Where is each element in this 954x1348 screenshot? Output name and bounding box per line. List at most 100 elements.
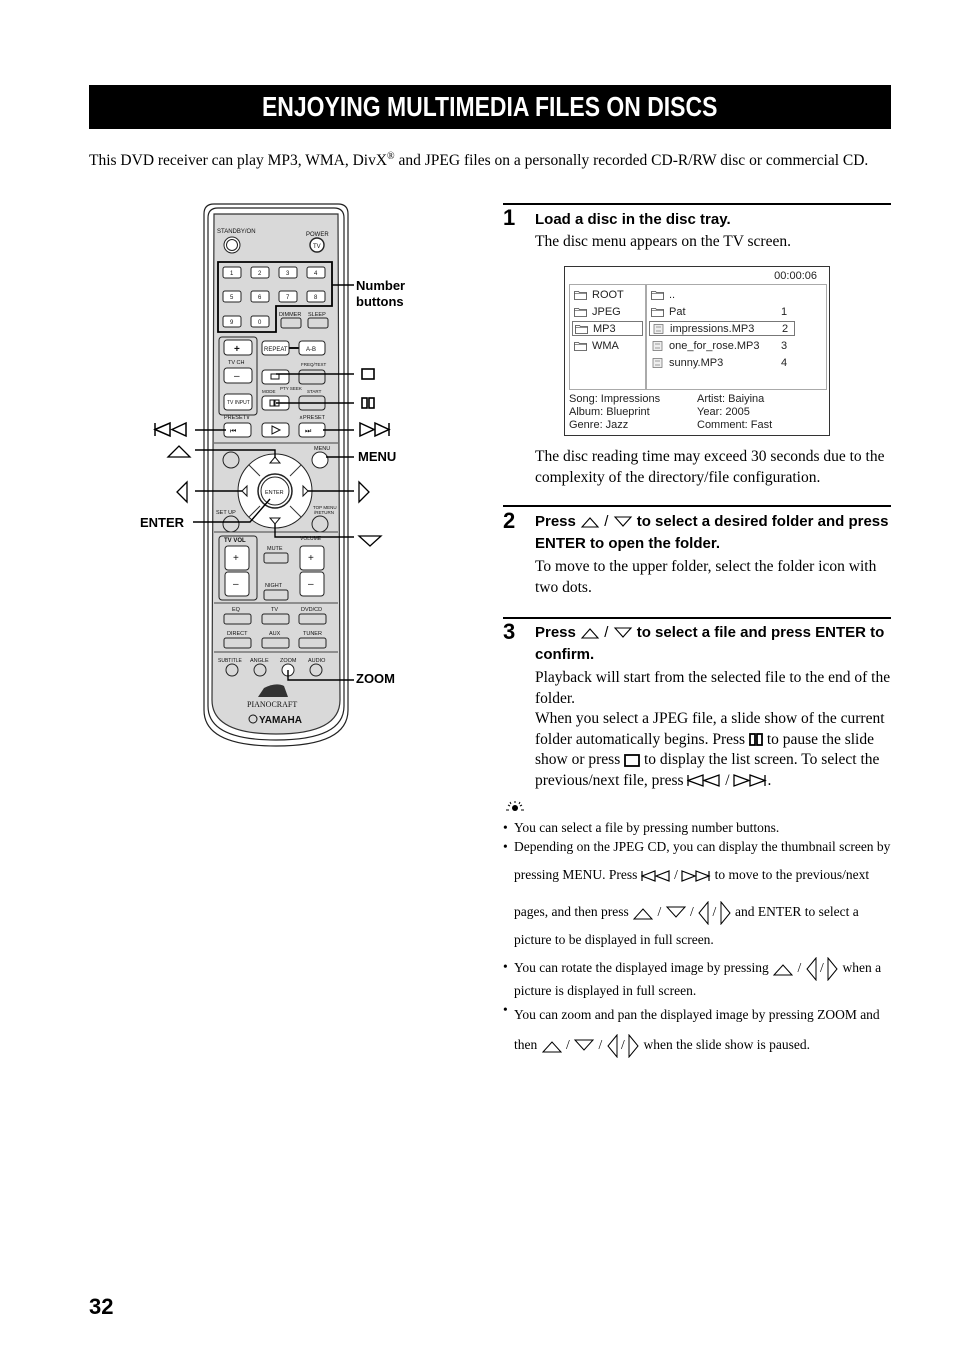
track-info-right: Artist: Baiyina Year: 2005 Comment: Fast (697, 393, 772, 432)
skip-forward-callout-icon (359, 421, 391, 438)
standby-label: STANDBY/ON (217, 229, 256, 235)
tip-item: You can zoom and pan the displayed image… (503, 1000, 893, 1060)
freqtext-button[interactable] (298, 369, 326, 385)
file-index: 4 (781, 356, 788, 369)
subtitle-button[interactable] (225, 663, 239, 677)
stop-icon (624, 754, 641, 767)
heading-text: Press (535, 624, 576, 641)
down-triangle-icon (613, 516, 632, 527)
dvdcd-button[interactable] (298, 613, 327, 625)
file-item[interactable]: sunny.MP3 4 (649, 355, 795, 370)
tips-list: You can select a file by pressing number… (503, 818, 893, 1060)
intro-text: This DVD receiver can play MP3, WMA, Div… (89, 152, 388, 170)
eq-label: EQ (232, 607, 241, 613)
skip-back-callout-icon (153, 421, 187, 438)
file-pane: .. Pat 1 impressions.MP3 2 one_for_rose.MP3 3 s… (646, 284, 827, 390)
folder-pane: ROOT JPEG MP3 WMA (569, 284, 646, 390)
direct-button[interactable] (223, 637, 252, 649)
power-label: POWER (306, 232, 329, 238)
direct-label: DIRECT (227, 631, 248, 637)
callout-line: Number (356, 278, 406, 293)
song-info: Song: Impressions (569, 393, 661, 405)
comment-info: Comment: Fast (697, 419, 773, 431)
up-triangle-icon (541, 1041, 562, 1053)
play-button[interactable] (261, 422, 290, 438)
tv-source-label: TV (271, 607, 278, 613)
sleep-button[interactable] (307, 317, 329, 329)
folder-icon (574, 307, 587, 317)
repeat-label: REPEAT (264, 347, 288, 353)
aux-label: AUX (269, 631, 281, 637)
folder-icon (575, 324, 588, 334)
up-triangle-icon (772, 964, 794, 976)
right-triangle-icon (720, 900, 731, 925)
skip-forward-button[interactable] (298, 422, 326, 438)
up-callout-icon (166, 445, 192, 458)
file-item[interactable]: .. (649, 287, 795, 302)
night-button[interactable] (263, 589, 289, 601)
ptyseek-label: PTY SEEK (280, 386, 302, 391)
subtitle-label: SUBTITLE (218, 658, 243, 664)
dvdcd-label: DVD/CD (301, 607, 322, 613)
step-1-rule (503, 203, 891, 205)
start-label: START (307, 389, 322, 394)
step-1-heading: Load a disc in the disc tray. (535, 211, 731, 228)
mute-button[interactable] (263, 552, 289, 564)
up-triangle-icon (580, 628, 600, 639)
step-3-rule (503, 617, 891, 619)
slash: / (819, 960, 824, 976)
aux-button[interactable] (261, 637, 290, 649)
slash: / (674, 867, 678, 882)
file-item[interactable]: one_for_rose.MP3 3 (649, 338, 795, 353)
file-item[interactable]: impressions.MP3 2 (649, 321, 795, 336)
folder-item[interactable]: WMA (572, 338, 643, 353)
plus-icon: + (233, 553, 239, 564)
registered-mark: ® (387, 151, 395, 162)
skip-back-icon: ⏮ (230, 428, 236, 435)
folder-name: ROOT (592, 288, 624, 301)
left-triangle-icon (698, 900, 709, 925)
folder-item[interactable]: JPEG (572, 304, 643, 319)
angle-label: ANGLE (250, 658, 269, 664)
page-title: ENJOYING MULTIMEDIA FILES ON DISCS (262, 91, 718, 122)
stop-button[interactable] (261, 369, 290, 385)
tv-input-label: TV INPUT (227, 400, 250, 406)
tuner-button[interactable] (298, 637, 327, 649)
sleep-label: SLEEP (308, 312, 326, 318)
plus-icon: + (308, 553, 314, 564)
folder-name: WMA (592, 339, 619, 352)
pause-icon (749, 733, 763, 747)
step-1-number: 1 (503, 205, 516, 230)
preset-down-label: PRESET∨ (224, 415, 250, 421)
angle-button[interactable] (253, 663, 267, 677)
period: . (767, 771, 772, 789)
minus-icon: – (308, 579, 314, 590)
yamaha-logo: YAMAHA (259, 715, 302, 726)
topmenu-label-2: /RETURN (314, 510, 334, 515)
dimmer-button[interactable] (280, 317, 302, 329)
tv-source-button[interactable] (261, 613, 290, 625)
eq-button[interactable] (223, 613, 252, 625)
folder-icon (651, 307, 664, 317)
osd-button[interactable] (222, 451, 240, 469)
skip-forward-icon: ⏭ (305, 428, 312, 435)
setup-button[interactable] (222, 515, 240, 533)
skip-back-button[interactable] (223, 422, 252, 438)
topmenu-return-button[interactable] (311, 515, 329, 533)
mp3-file-icon (653, 323, 664, 334)
audio-button[interactable] (309, 663, 323, 677)
heading-text: Press (535, 513, 576, 530)
step-3-para-1: Playback will start from the selected fi… (535, 669, 891, 707)
folder-item[interactable]: MP3 (572, 321, 643, 336)
text: when the slide show is paused. (643, 1037, 811, 1052)
left-callout-icon (176, 480, 188, 504)
file-index: 1 (781, 305, 788, 318)
file-item[interactable]: Pat 1 (649, 304, 795, 319)
step-3-body: Playback will start from the selected fi… (535, 668, 895, 791)
folder-item[interactable]: ROOT (572, 287, 643, 302)
intro-text-cont: and JPEG files on a personally recorded … (394, 152, 869, 170)
dimmer-label: DIMMER (279, 312, 301, 318)
callout-line: buttons (356, 294, 404, 309)
power-tv-label: TV (313, 244, 321, 250)
menu-button[interactable] (311, 451, 329, 469)
